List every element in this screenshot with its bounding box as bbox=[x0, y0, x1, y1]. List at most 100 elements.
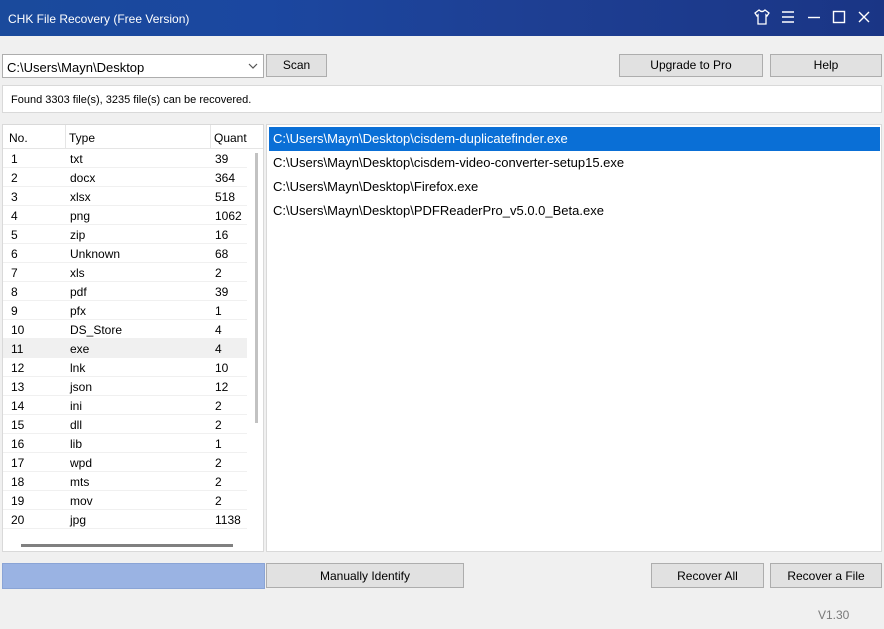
status-bar: Found 3303 file(s), 3235 file(s) can be … bbox=[2, 85, 882, 113]
row-type: xlsx bbox=[70, 190, 91, 204]
row-quantity: 12 bbox=[215, 380, 229, 394]
row-quantity: 68 bbox=[215, 247, 229, 261]
file-type-table: No. Type Quant 1 txt 39 2 docx 364 3 xlsx 518 4 pn… bbox=[2, 124, 264, 552]
footer bbox=[2, 596, 882, 629]
chevron-down-icon bbox=[247, 59, 259, 73]
row-type: exe bbox=[70, 342, 90, 356]
row-quantity: 4 bbox=[215, 323, 222, 337]
table-row[interactable]: 9 pfx 1 bbox=[3, 301, 247, 320]
manually-identify-button[interactable]: Manually Identify bbox=[266, 563, 464, 588]
row-quantity: 4 bbox=[215, 342, 222, 356]
table-row[interactable]: 6 Unknown 68 bbox=[3, 244, 247, 263]
row-number: 12 bbox=[11, 361, 25, 375]
horizontal-scrollbar[interactable] bbox=[21, 544, 233, 547]
row-type: png bbox=[70, 209, 91, 223]
row-type: ini bbox=[70, 399, 83, 413]
main-area: C:\Users\Mayn\Desktop Scan Upgrade to Pr… bbox=[0, 36, 884, 629]
row-number: 7 bbox=[11, 266, 18, 280]
row-type: dll bbox=[70, 418, 83, 432]
scan-button[interactable]: Scan bbox=[266, 54, 327, 77]
title-bar: CHK File Recovery (Free Version) bbox=[0, 0, 884, 36]
row-type: pdf bbox=[70, 285, 87, 299]
row-number: 11 bbox=[11, 342, 24, 356]
table-row[interactable]: 17 wpd 2 bbox=[3, 453, 247, 472]
row-quantity: 1 bbox=[215, 437, 222, 451]
row-type: txt bbox=[70, 152, 83, 166]
row-quantity: 16 bbox=[215, 228, 229, 242]
file-list-item[interactable]: C:\Users\Mayn\Desktop\Firefox.exe bbox=[269, 175, 880, 199]
table-row[interactable]: 10 DS_Store 4 bbox=[3, 320, 247, 339]
row-quantity: 1 bbox=[215, 304, 222, 318]
path-value: C:\Users\Mayn\Desktop bbox=[7, 60, 145, 75]
table-row[interactable]: 3 xlsx 518 bbox=[3, 187, 247, 206]
row-quantity: 518 bbox=[215, 190, 236, 204]
table-row[interactable]: 2 docx 364 bbox=[3, 168, 247, 187]
minimize-icon[interactable] bbox=[804, 8, 824, 28]
table-row[interactable]: 1 txt 39 bbox=[3, 149, 247, 168]
row-number: 13 bbox=[11, 380, 25, 394]
recover-file-button[interactable]: Recover a File bbox=[770, 563, 882, 588]
table-row[interactable]: 16 lib 1 bbox=[3, 434, 247, 453]
row-type: wpd bbox=[70, 456, 93, 470]
table-row[interactable]: 20 jpg 1138 bbox=[3, 510, 247, 529]
row-type: jpg bbox=[70, 513, 87, 527]
row-number: 15 bbox=[11, 418, 25, 432]
row-number: 19 bbox=[11, 494, 25, 508]
row-quantity: 39 bbox=[215, 152, 229, 166]
vertical-scrollbar[interactable] bbox=[255, 153, 258, 423]
table-row[interactable]: 12 lnk 10 bbox=[3, 358, 247, 377]
row-number: 2 bbox=[11, 171, 18, 185]
file-list-item[interactable]: C:\Users\Mayn\Desktop\PDFReaderPro_v5.0.… bbox=[269, 199, 880, 223]
row-number: 16 bbox=[11, 437, 25, 451]
row-number: 1 bbox=[11, 152, 18, 166]
file-list-item[interactable]: C:\Users\Mayn\Desktop\cisdem-duplicatefi… bbox=[269, 127, 880, 151]
table-row[interactable]: 14 ini 2 bbox=[3, 396, 247, 415]
table-header: No. Type Quant bbox=[3, 125, 263, 149]
path-dropdown[interactable]: C:\Users\Mayn\Desktop bbox=[2, 54, 264, 78]
row-number: 4 bbox=[11, 209, 18, 223]
row-quantity: 1062 bbox=[215, 209, 242, 223]
table-row[interactable]: 15 dll 2 bbox=[3, 415, 247, 434]
table-row[interactable]: 8 pdf 39 bbox=[3, 282, 247, 301]
table-body: 1 txt 39 2 docx 364 3 xlsx 518 4 png 1062 5 zip 16 6 Unk… bbox=[3, 149, 247, 529]
row-quantity: 364 bbox=[215, 171, 236, 185]
table-row[interactable]: 19 mov 2 bbox=[3, 491, 247, 510]
header-no[interactable]: No. bbox=[9, 131, 28, 145]
table-row[interactable]: 18 mts 2 bbox=[3, 472, 247, 491]
row-number: 9 bbox=[11, 304, 18, 318]
header-quantity[interactable]: Quant bbox=[214, 131, 247, 145]
upgrade-button[interactable]: Upgrade to Pro bbox=[619, 54, 763, 77]
shirt-icon[interactable] bbox=[752, 8, 772, 28]
row-type: json bbox=[70, 380, 93, 394]
row-type: zip bbox=[70, 228, 86, 242]
row-type: Unknown bbox=[70, 247, 121, 261]
table-row[interactable]: 7 xls 2 bbox=[3, 263, 247, 282]
row-type: mov bbox=[70, 494, 93, 508]
row-type: DS_Store bbox=[70, 323, 123, 337]
file-list: C:\Users\Mayn\Desktop\cisdem-duplicatefi… bbox=[266, 124, 882, 552]
file-list-item[interactable]: C:\Users\Mayn\Desktop\cisdem-video-conve… bbox=[269, 151, 880, 175]
progress-bar bbox=[2, 563, 265, 589]
column-divider[interactable] bbox=[65, 125, 66, 149]
maximize-icon[interactable] bbox=[829, 8, 849, 28]
row-type: lib bbox=[70, 437, 83, 451]
row-number: 17 bbox=[11, 456, 25, 470]
version-label: V1.30 bbox=[818, 608, 850, 622]
table-row[interactable]: 4 png 1062 bbox=[3, 206, 247, 225]
row-type: lnk bbox=[70, 361, 86, 375]
status-text: Found 3303 file(s), 3235 file(s) can be … bbox=[11, 94, 252, 106]
header-type[interactable]: Type bbox=[69, 131, 95, 145]
row-quantity: 39 bbox=[215, 285, 229, 299]
close-icon[interactable] bbox=[854, 8, 874, 28]
menu-icon[interactable] bbox=[778, 8, 798, 28]
table-row[interactable]: 11 exe 4 bbox=[3, 339, 247, 358]
row-quantity: 2 bbox=[215, 475, 222, 489]
table-row[interactable]: 5 zip 16 bbox=[3, 225, 247, 244]
recover-all-button[interactable]: Recover All bbox=[651, 563, 764, 588]
row-quantity: 2 bbox=[215, 418, 222, 432]
row-quantity: 2 bbox=[215, 399, 222, 413]
help-button[interactable]: Help bbox=[770, 54, 882, 77]
row-type: docx bbox=[70, 171, 96, 185]
table-row[interactable]: 13 json 12 bbox=[3, 377, 247, 396]
column-divider[interactable] bbox=[210, 125, 211, 149]
